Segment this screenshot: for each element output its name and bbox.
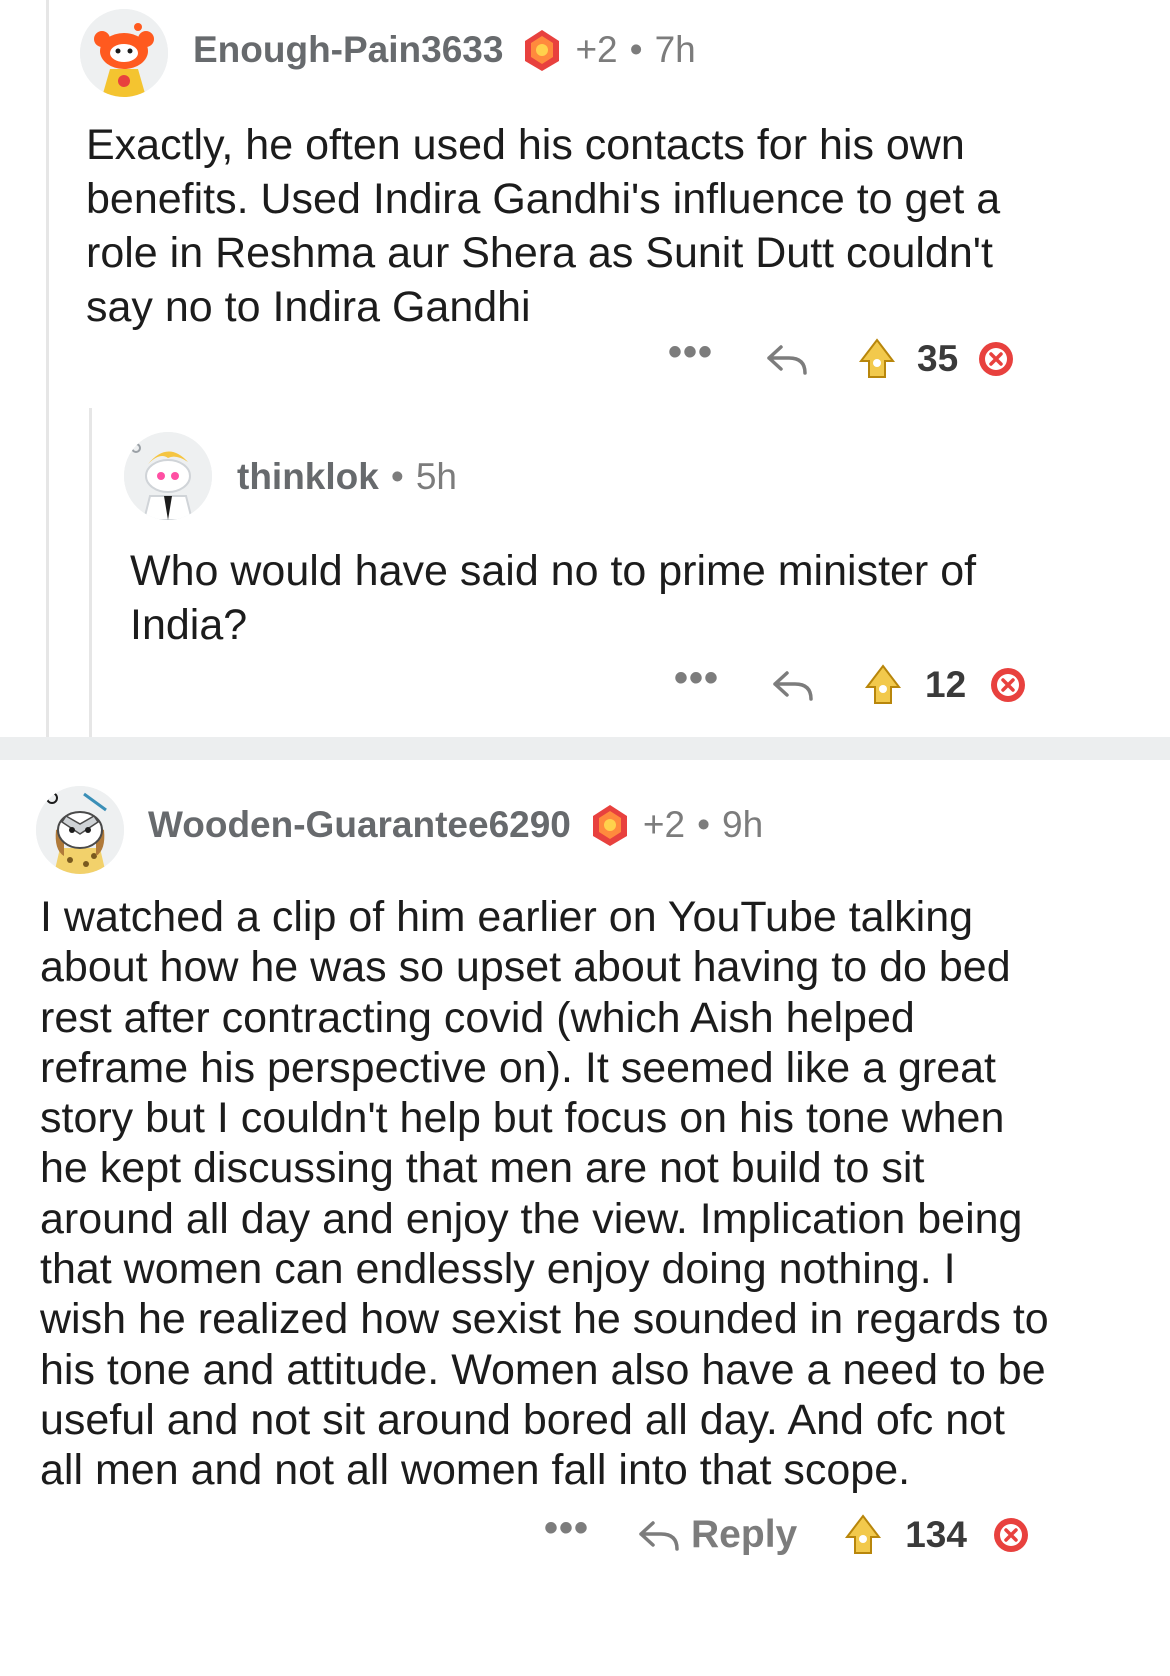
username[interactable]: Wooden-Guarantee6290 — [148, 804, 571, 846]
avatar[interactable] — [80, 9, 168, 97]
award-count: +2 — [642, 804, 686, 845]
more-options-button[interactable]: ••• — [674, 658, 719, 712]
award-icon[interactable] — [587, 802, 633, 848]
thread-divider — [0, 737, 1170, 760]
downvote-button[interactable] — [976, 339, 1016, 379]
reply-arrow-icon — [639, 1521, 679, 1551]
timestamp: 9h — [722, 804, 764, 845]
username[interactable]: thinklok — [237, 456, 379, 498]
comment-body: I watched a clip of him earlier on YouTu… — [40, 893, 1049, 1495]
vote-score: 134 — [905, 1514, 967, 1555]
timestamp: 7h — [654, 29, 696, 70]
upvote-button[interactable] — [857, 337, 897, 381]
upvote-icon — [845, 1514, 882, 1554]
comment-meta: thinklok • 5h — [237, 452, 457, 502]
award-icon[interactable] — [519, 27, 565, 73]
timestamp: 5h — [415, 456, 457, 497]
thread-line-level-1[interactable] — [46, 0, 49, 737]
upvote-button[interactable] — [863, 663, 903, 707]
username[interactable]: Enough-Pain3633 — [193, 29, 503, 71]
avatar[interactable] — [124, 432, 212, 520]
meta-separator: • — [629, 29, 643, 70]
thread-line-level-2[interactable] — [89, 408, 92, 737]
comment-actions: ••• 35 — [668, 332, 1016, 386]
comment-body: Exactly, he often used his contacts for … — [86, 121, 1001, 331]
comment-actions: ••• Reply 134 — [544, 1508, 1031, 1562]
award-count: +2 — [575, 29, 618, 70]
reply-button[interactable] — [771, 667, 815, 703]
meta-separator: • — [390, 456, 404, 497]
upvote-icon — [864, 664, 902, 704]
comment-meta: Enough-Pain3633 +2 • 7h — [193, 25, 696, 75]
downvote-icon — [993, 1518, 1028, 1552]
reply-button[interactable]: Reply — [637, 1513, 797, 1557]
avatar[interactable] — [36, 786, 124, 874]
vote-score: 12 — [925, 664, 967, 705]
comment-body: Who would have said no to prime minister… — [130, 547, 977, 649]
reply-arrow-icon — [767, 345, 807, 375]
upvote-icon — [858, 338, 896, 378]
more-options-button[interactable]: ••• — [544, 1508, 589, 1562]
downvote-icon — [979, 342, 1014, 376]
downvote-icon — [991, 668, 1026, 702]
upvote-button[interactable] — [843, 1513, 883, 1557]
downvote-button[interactable] — [988, 665, 1028, 705]
reply-arrow-icon — [773, 671, 813, 701]
more-options-button[interactable]: ••• — [668, 332, 713, 386]
vote-score: 35 — [917, 338, 959, 379]
comment-meta: Wooden-Guarantee6290 +2 • 9h — [148, 800, 763, 850]
reply-button[interactable] — [765, 341, 809, 377]
comment-actions: ••• 12 — [674, 658, 1028, 712]
reply-label: Reply — [691, 1513, 798, 1556]
downvote-button[interactable] — [991, 1515, 1031, 1555]
meta-separator: • — [697, 804, 711, 845]
